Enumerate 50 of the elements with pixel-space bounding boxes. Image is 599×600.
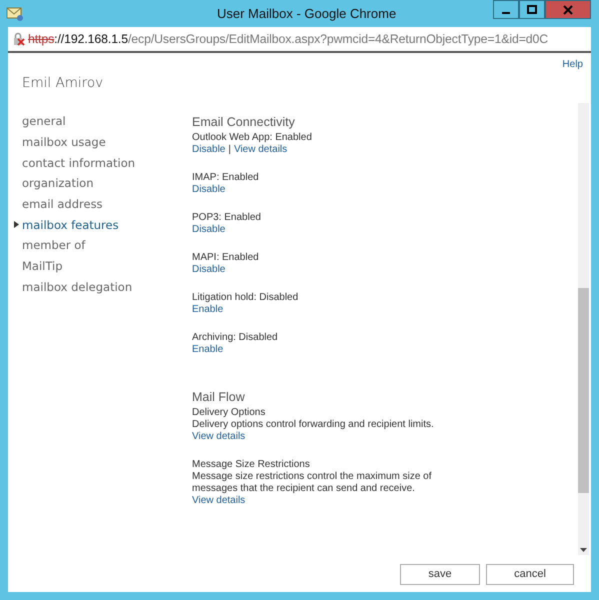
help-link[interactable]: Help: [562, 59, 583, 73]
minimize-button[interactable]: [493, 0, 519, 19]
selection-arrow-icon: [14, 221, 19, 228]
cancel-button[interactable]: cancel: [486, 564, 574, 584]
scrollbar-thumb[interactable]: [578, 288, 589, 493]
section-heading: Mail Flow: [192, 390, 246, 404]
feature-label: Message Size Restrictions: [192, 459, 311, 471]
maximize-button[interactable]: [519, 0, 545, 19]
scrollbar[interactable]: [578, 103, 589, 555]
feature-description: Message size restrictions control the maximum size of messages that the recipient can send and receive.: [192, 471, 433, 495]
feature-link[interactable]: View details: [192, 495, 246, 507]
feature-description: Delivery options control forwarding and recipient limits.: [192, 419, 435, 431]
sidebar-item[interactable]: MailTip: [22, 259, 63, 274]
feature-link[interactable]: View details: [192, 431, 246, 443]
scroll-down-icon[interactable]: [580, 548, 587, 552]
address-bar[interactable]: https://192.168.1.5/ecp/UsersGroups/EditMailbox.aspx?pwmcid=4&ReturnObjectType=1&id=d0C: [8, 27, 591, 53]
feature-label: IMAP: Enabled: [192, 172, 260, 184]
save-button[interactable]: save: [400, 564, 480, 584]
window-title: User Mailbox - Google Chrome: [217, 6, 396, 21]
user-name: Emil Amirov: [22, 75, 104, 91]
broken-lock-icon: [12, 32, 26, 46]
url-text: https://192.168.1.5/ecp/UsersGroups/EditMailbox.aspx?pwmcid=4&ReturnObjectType=1&id=d0C: [28, 32, 548, 46]
feature-link[interactable]: View details: [234, 144, 288, 156]
sidebar-item[interactable]: member of: [22, 238, 86, 252]
feature-link[interactable]: Disable: [192, 184, 226, 196]
feature-label: Archiving: Disabled: [192, 332, 279, 344]
sidebar-item[interactable]: email address: [22, 197, 103, 212]
maximize-icon: [527, 4, 537, 14]
close-icon: [563, 4, 573, 14]
sidebar-item[interactable]: mailbox usage: [22, 135, 106, 150]
envelope-icon: [6, 6, 24, 22]
feature-label: POP3: Enabled: [192, 212, 262, 224]
feature-label: Outlook Web App: Enabled: [192, 132, 313, 144]
feature-link[interactable]: Enable: [192, 344, 224, 356]
feature-link[interactable]: Disable: [192, 224, 226, 236]
link-separator: |: [228, 144, 231, 156]
sidebar-item[interactable]: contact information: [22, 156, 136, 170]
sidebar-item[interactable]: general: [22, 114, 66, 128]
feature-label: Litigation hold: Disabled: [192, 292, 300, 304]
sidebar-item[interactable]: mailbox delegation: [22, 280, 132, 294]
feature-label: Delivery Options: [192, 407, 266, 419]
close-button[interactable]: [545, 0, 591, 19]
minimize-icon: [502, 12, 510, 14]
feature-link[interactable]: Disable: [192, 264, 226, 276]
feature-label: MAPI: Enabled: [192, 252, 260, 264]
section-heading: Email Connectivity: [192, 115, 296, 129]
feature-link[interactable]: Disable: [192, 144, 226, 156]
sidebar-item[interactable]: mailbox features: [22, 218, 119, 232]
feature-link[interactable]: Enable: [192, 304, 224, 316]
sidebar-item[interactable]: organization: [22, 176, 94, 190]
